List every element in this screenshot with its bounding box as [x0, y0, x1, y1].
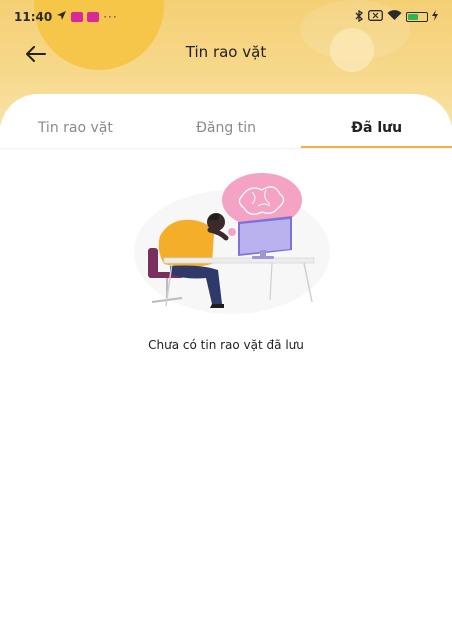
tab-label: Đã lưu	[351, 120, 403, 136]
bluetooth-icon	[355, 9, 364, 25]
battery-icon	[406, 12, 428, 22]
wifi-icon	[387, 10, 402, 24]
empty-state-message: Chưa có tin rao vặt đã lưu	[148, 338, 304, 352]
app-badge-icon	[71, 12, 84, 22]
status-time: 11:40	[14, 10, 53, 24]
tab-post-listing[interactable]: Đăng tin	[151, 114, 302, 148]
tab-listings[interactable]: Tin rao vặt	[0, 114, 151, 148]
battery-level	[408, 14, 418, 20]
app-bar: Tin rao vặt	[0, 34, 452, 74]
charging-icon	[432, 10, 438, 24]
sim-icon	[368, 10, 383, 24]
tab-label: Đăng tin	[196, 120, 256, 136]
more-notifications-icon: ···	[103, 10, 118, 24]
tab-saved[interactable]: Đã lưu	[301, 114, 452, 148]
empty-state-illustration	[120, 170, 338, 320]
tab-divider	[0, 148, 452, 149]
status-bar-right	[355, 9, 438, 25]
page-title: Tin rao vặt	[185, 43, 267, 61]
location-arrow-icon	[56, 10, 67, 24]
status-bar-left: 11:40 ···	[14, 10, 118, 24]
app-badge-icon	[87, 12, 100, 22]
tab-bar: Tin rao vặt Đăng tin Đã lưu	[0, 114, 452, 148]
screen: 11:40 ··· Tin rao vặt Tin rao vặt Đăng t…	[0, 0, 452, 633]
tab-label: Tin rao vặt	[37, 120, 113, 136]
status-bar: 11:40 ···	[0, 0, 452, 34]
